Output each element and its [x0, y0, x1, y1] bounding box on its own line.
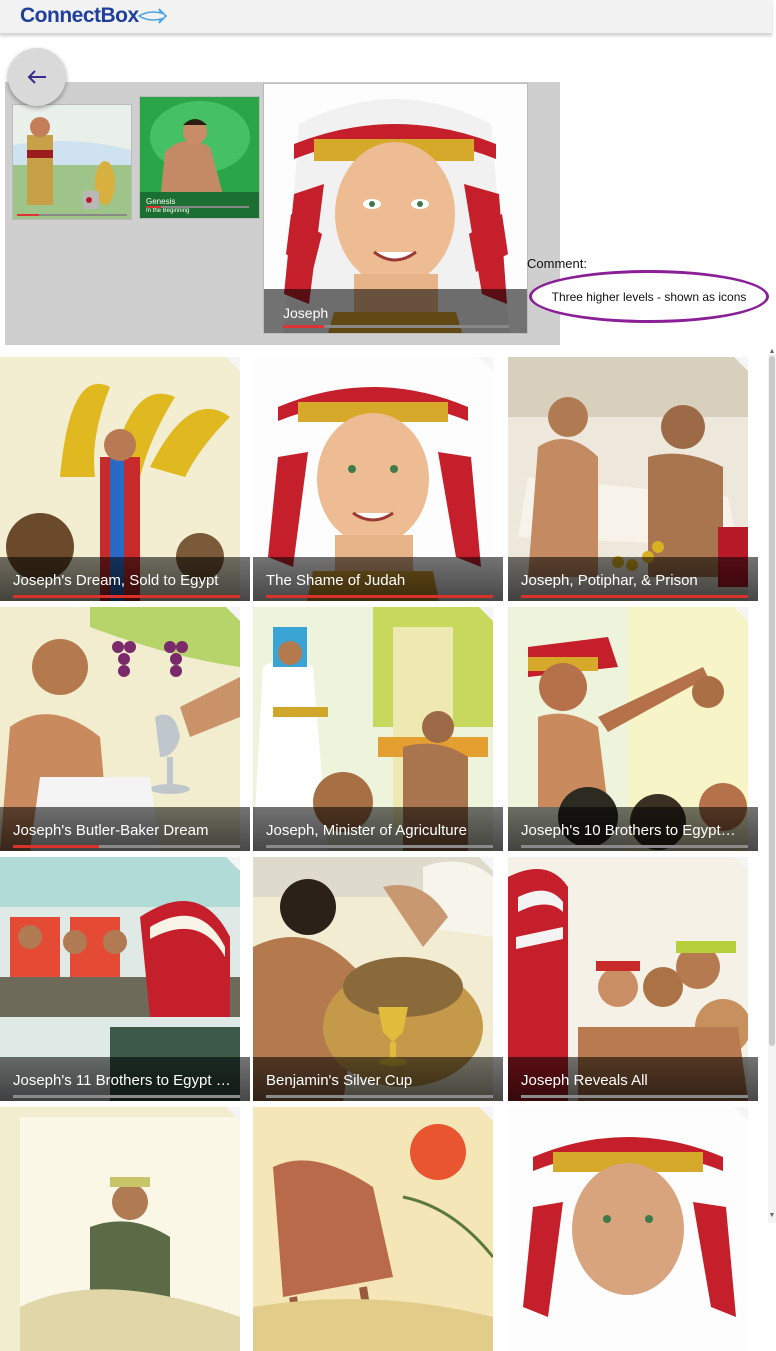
breadcrumb-thumbnail	[13, 105, 131, 219]
page-corner-icon	[226, 607, 240, 621]
tile-progress-bar	[521, 845, 748, 848]
tile-title: Joseph, Potiphar, & Prison	[521, 572, 698, 589]
tile-caption: Joseph's 11 Brothers to Egypt …	[0, 1057, 250, 1101]
top-bar: ConnectBox	[0, 0, 772, 34]
breadcrumb-progress	[146, 206, 249, 208]
tile-title: Joseph, Minister of Agriculture	[266, 822, 467, 839]
lesson-thumbnail	[253, 1107, 493, 1351]
tile-caption: Joseph's Dream, Sold to Egypt	[0, 557, 250, 601]
page-corner-icon	[479, 607, 493, 621]
lesson-tile[interactable]: Joseph's Butler-Baker Dream	[0, 607, 250, 851]
tile-title: Joseph's Butler-Baker Dream	[13, 822, 209, 839]
breadcrumb-progress	[17, 214, 127, 216]
tile-caption: Joseph's 10 Brothers to Egypt…	[508, 807, 758, 851]
logo-text: ConnectBox	[20, 4, 139, 27]
lesson-tile[interactable]: The Shame of Judah	[253, 357, 503, 601]
arrow-left-icon	[27, 70, 46, 84]
lesson-tile[interactable]: Benjamin's Silver Cup	[253, 857, 503, 1101]
breadcrumb-label: Joseph	[283, 305, 329, 321]
logo-arrow-icon	[137, 8, 167, 24]
lesson-tile[interactable]: Joseph's Dream, Sold to Egypt	[0, 357, 250, 601]
breadcrumb-progress	[283, 325, 509, 328]
lesson-tile[interactable]: Joseph, Potiphar, & Prison	[508, 357, 758, 601]
page-corner-icon	[734, 857, 748, 871]
tile-title: Joseph's 10 Brothers to Egypt…	[521, 822, 736, 839]
back-button[interactable]	[8, 48, 66, 106]
lesson-thumbnail	[0, 1107, 240, 1351]
tile-caption: Joseph Reveals All	[508, 1057, 758, 1101]
lesson-tile[interactable]: Joseph's 10 Brothers to Egypt…	[508, 607, 758, 851]
tile-caption: Joseph, Minister of Agriculture	[253, 807, 503, 851]
tile-progress-bar	[13, 1095, 240, 1098]
lesson-thumbnail	[508, 1107, 748, 1351]
connectbox-logo[interactable]: ConnectBox	[20, 2, 167, 30]
tile-progress-bar	[266, 1095, 493, 1098]
tile-title: The Shame of Judah	[266, 572, 406, 589]
tile-title: Joseph's Dream, Sold to Egypt	[13, 572, 219, 589]
tile-title: Joseph Reveals All	[521, 1072, 648, 1089]
lesson-tile[interactable]	[253, 1107, 503, 1351]
lesson-tile[interactable]: Joseph's 11 Brothers to Egypt …	[0, 857, 250, 1101]
scrollbar-thumb[interactable]	[769, 356, 775, 1046]
tile-caption: Benjamin's Silver Cup	[253, 1057, 503, 1101]
breadcrumb-sublabel: In the Beginning	[146, 208, 190, 214]
tile-caption: Joseph's Butler-Baker Dream	[0, 807, 250, 851]
tile-progress-bar	[521, 1095, 748, 1098]
tile-progress-bar	[13, 845, 240, 848]
lesson-tile[interactable]	[508, 1107, 758, 1351]
breadcrumb-item-genesis[interactable]: Genesis In the Beginning	[139, 96, 260, 219]
page-corner-icon	[734, 607, 748, 621]
breadcrumb-label: Genesis	[146, 197, 176, 206]
comment-bubble: Three higher levels - shown as icons	[529, 270, 769, 323]
lesson-tile[interactable]: Joseph, Minister of Agriculture	[253, 607, 503, 851]
page-corner-icon	[226, 1107, 240, 1121]
tile-progress-bar	[521, 595, 748, 598]
tile-title: Joseph's 11 Brothers to Egypt …	[13, 1072, 231, 1089]
page-corner-icon	[479, 857, 493, 871]
tile-progress-bar	[266, 595, 493, 598]
lesson-tile[interactable]: Joseph Reveals All	[508, 857, 758, 1101]
breadcrumb-item-root[interactable]	[12, 104, 132, 220]
page-corner-icon	[226, 357, 240, 371]
page-corner-icon	[734, 357, 748, 371]
scroll-down-arrow-icon[interactable]: ▼	[768, 1212, 776, 1222]
page-corner-icon	[226, 857, 240, 871]
breadcrumb-item-joseph[interactable]: Joseph	[263, 83, 528, 334]
tile-caption: Joseph, Potiphar, & Prison	[508, 557, 758, 601]
scroll-up-arrow-icon[interactable]: ▲	[768, 348, 776, 356]
comment-text: Three higher levels - shown as icons	[551, 289, 747, 304]
lesson-tile[interactable]	[0, 1107, 250, 1351]
tile-caption: The Shame of Judah	[253, 557, 503, 601]
page-corner-icon	[479, 357, 493, 371]
tile-progress-bar	[13, 595, 240, 598]
page-corner-icon	[734, 1107, 748, 1121]
tile-title: Benjamin's Silver Cup	[266, 1072, 413, 1089]
tile-progress-bar	[266, 845, 493, 848]
page-corner-icon	[479, 1107, 493, 1121]
comment-label: Comment:	[527, 256, 587, 271]
